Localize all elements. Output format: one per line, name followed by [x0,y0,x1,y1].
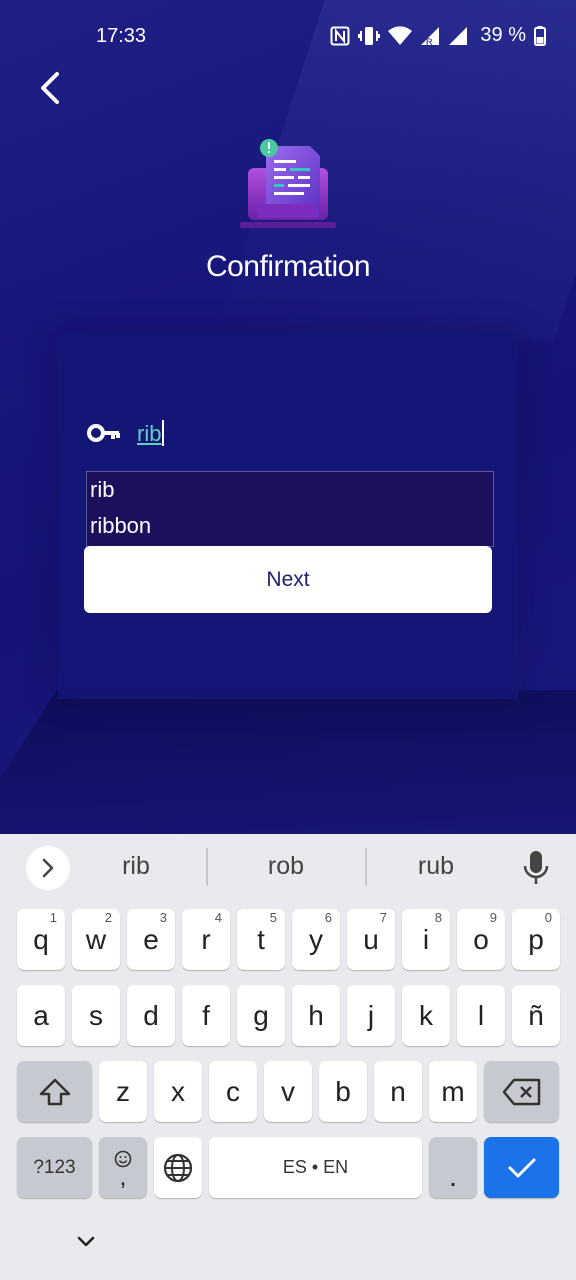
key-hint: 3 [159,910,167,925]
enter-key[interactable] [484,1137,559,1198]
key-k[interactable]: k [402,985,450,1046]
keyboard-expand-button[interactable] [26,846,70,890]
signal-icon [449,26,468,45]
key-n[interactable]: n [374,1061,422,1122]
status-time: 17:33 [96,25,147,47]
key-label: q [33,923,49,955]
backspace-icon [502,1078,540,1105]
key-z[interactable]: z [99,1061,147,1122]
autocomplete-item[interactable]: ribbon [87,508,493,544]
key-e[interactable]: e3 [127,909,175,970]
next-button[interactable]: Next [84,546,492,613]
key-a[interactable]: a [17,985,65,1046]
key-label: w [85,923,107,955]
key-label: o [473,923,489,955]
key-y[interactable]: y6 [292,909,340,970]
keyboard-suggestion[interactable]: rib [76,852,196,881]
hide-keyboard-button[interactable] [70,1228,102,1256]
key-label: e [143,923,159,955]
key-o[interactable]: o9 [457,909,505,970]
key-label: t [257,923,265,955]
keyboard-suggestion[interactable]: rob [226,852,346,881]
globe-icon [163,1153,193,1182]
signal-roaming-icon: R [421,26,440,46]
comma-label: , [119,1163,127,1191]
key-hint: 2 [104,910,112,925]
nfc-icon [330,26,350,45]
key-d[interactable]: d [127,985,175,1046]
key-m[interactable]: m [429,1061,477,1122]
battery-icon [534,25,546,46]
chevron-down-icon [77,1236,95,1247]
key-label: r [201,923,211,955]
svg-text:R: R [426,37,433,46]
key-j[interactable]: j [347,985,395,1046]
password-input[interactable]: rib [137,420,165,448]
key-hint: 6 [324,910,332,925]
key-i[interactable]: i8 [402,909,450,970]
key-label: i [422,923,430,955]
key-h[interactable]: h [292,985,340,1046]
key-g[interactable]: g [237,985,285,1046]
document-printer-alert-icon [240,139,336,228]
suggestion-divider [206,848,208,886]
chevron-left-icon [41,72,59,104]
key-hint: 1 [49,910,57,925]
key-l[interactable]: l [457,985,505,1046]
status-bar: 17:33 R 39 % [0,0,576,72]
key-w[interactable]: w2 [72,909,120,970]
key-f[interactable]: f [182,985,230,1046]
checkmark-icon [508,1158,535,1177]
key-hint: 0 [544,910,552,925]
key-q[interactable]: q1 [17,909,65,970]
battery-percent: 39 % [480,24,526,46]
autocomplete-list: rib ribbon [86,471,494,547]
app-screen: 17:33 R 39 % Confirmation rib rib ribbon… [0,0,576,834]
wifi-icon [388,25,413,45]
autocomplete-item[interactable]: rib [87,472,493,508]
key-label: u [363,923,379,955]
key-s[interactable]: s [72,985,120,1046]
language-key[interactable] [154,1137,202,1198]
key-c[interactable]: c [209,1061,257,1122]
page-title: Confirmation [205,250,371,283]
key-label: p [528,923,544,955]
shift-icon [39,1078,70,1105]
background-floor [0,690,576,834]
key-hint: 7 [379,910,387,925]
key-v[interactable]: v [264,1061,312,1122]
microphone-icon[interactable] [522,850,550,886]
key-x[interactable]: x [154,1061,202,1122]
key-label: y [309,923,323,955]
text-caret [162,420,165,446]
key-hint: 4 [214,910,222,925]
suggestion-divider [365,848,367,886]
key-hint: 5 [269,910,277,925]
key-r[interactable]: r4 [182,909,230,970]
back-button[interactable] [28,66,72,110]
symbols-key[interactable]: ?123 [17,1137,92,1198]
keyboard-suggestion[interactable]: rub [376,852,496,881]
space-key[interactable]: ES • EN [209,1137,422,1198]
key-p[interactable]: p0 [512,909,560,970]
backspace-key[interactable] [484,1061,559,1122]
shift-key[interactable] [17,1061,92,1122]
key-n-tilde[interactable]: ñ [512,985,560,1046]
key-u[interactable]: u7 [347,909,395,970]
key-t[interactable]: t5 [237,909,285,970]
keyboard: rib rob rub q1 w2 e3 r4 t5 y6 u7 i8 o9 p… [0,834,576,1280]
key-icon [87,424,120,442]
key-b[interactable]: b [319,1061,367,1122]
vibrate-icon [358,26,381,45]
key-hint: 9 [489,910,497,925]
password-input-value: rib [137,421,162,446]
key-hint: 8 [434,910,442,925]
status-icons: R 39 % [330,24,546,47]
period-key[interactable]: . [429,1137,477,1198]
comma-key[interactable]: , [99,1137,147,1198]
chevron-right-icon [42,858,54,878]
